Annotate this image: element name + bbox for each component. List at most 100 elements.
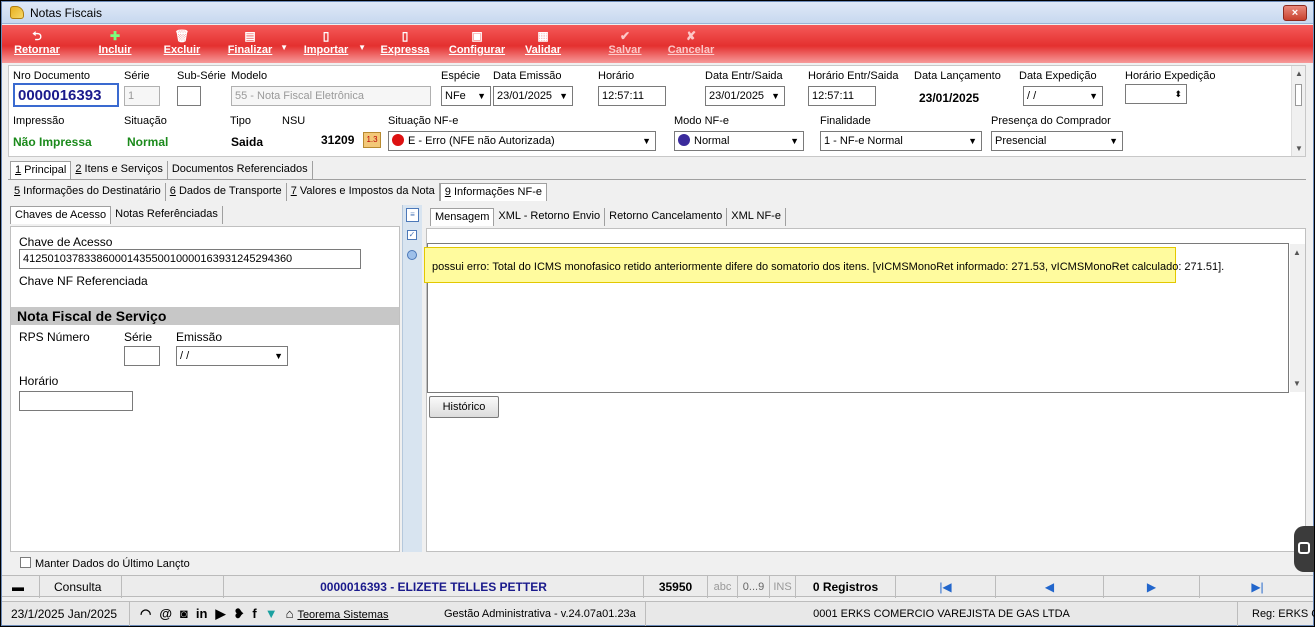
finalizar-button[interactable]: ▤ Finalizar ▼ — [222, 27, 288, 61]
tab-transporte[interactable]: 6 Dados de Transporte — [165, 183, 287, 201]
status-bar: ▬ Consulta 0000016393 - ELIZETE TELLES P… — [2, 575, 1315, 598]
data-entr-saida-input[interactable]: 23/01/2025 ▼ — [705, 86, 785, 106]
tab-xml-retorno-envio[interactable]: XML - Retorno Envio — [494, 208, 606, 226]
scroll-up-icon[interactable]: ▲ — [1295, 69, 1303, 78]
plus-icon: ✚ — [109, 29, 121, 43]
registros-status: 0 Registros — [796, 576, 896, 598]
salvar-button[interactable]: ✔ Salvar — [600, 27, 650, 61]
horario-entr-saida-label: Horário Entr/Saida — [808, 70, 899, 82]
manter-dados-checkbox[interactable]: Manter Dados do Último Lançto — [20, 557, 190, 570]
tab-chaves-acesso[interactable]: Chaves de Acesso — [10, 206, 112, 224]
checkbox-icon[interactable]: ✓ — [407, 230, 417, 240]
bottom-bar: 23/1/2025 Jan/2025 ◠ @ ◙ in ▶ ❥ f ▼ ⌂ Teorema Sis… — [2, 601, 1315, 626]
tab-retorno-cancelamento[interactable]: Retorno Cancelamento — [605, 208, 728, 226]
chevron-down-icon: ▼ — [274, 351, 283, 361]
chave-acesso-input[interactable]: 4125010378338600014355001000016393124529… — [19, 249, 361, 269]
nro-documento-input[interactable]: 0000016393 — [13, 83, 119, 107]
importar-button[interactable]: ▯ Importar ▼ — [296, 27, 366, 61]
instagram-icon[interactable]: ◙ — [180, 602, 188, 626]
linkedin-icon[interactable]: in — [196, 602, 208, 626]
scroll-up-icon[interactable]: ▲ — [1293, 248, 1301, 257]
tipo-value: Saida — [231, 135, 264, 149]
at-icon[interactable]: @ — [159, 602, 172, 626]
modo-nfe-select[interactable]: Normal ▼ — [674, 131, 804, 151]
rps-emissao-input[interactable]: / / ▼ — [176, 346, 288, 366]
data-expedicao-input[interactable]: / / ▼ — [1023, 86, 1103, 106]
situacao-label: Situação — [124, 115, 167, 127]
data-emissao-label: Data Emissão — [493, 70, 562, 82]
left-tabs: Chaves de Acesso Notas Referênciadas — [10, 206, 223, 224]
retornar-button[interactable]: ⮌ Retornar — [8, 27, 66, 61]
situacao-nfe-select[interactable]: E - Erro (NFE não Autorizada) ▼ — [388, 131, 656, 151]
rps-serie-input[interactable] — [124, 346, 160, 366]
teorema-link[interactable]: Teorema Sistemas — [297, 609, 388, 621]
social-links: ◠ @ ◙ in ▶ ❥ f ▼ ⌂ Teorema Sistemas — [130, 602, 444, 626]
tab-valores-impostos[interactable]: 7 Valores e Impostos da Nota — [286, 183, 440, 201]
data-emissao-input[interactable]: 23/01/2025 ▼ — [493, 86, 573, 106]
presenca-comprador-label: Presença do Comprador — [991, 115, 1111, 127]
dropdown-arrow-icon[interactable]: ▼ — [358, 43, 366, 52]
tab-itens-servicos[interactable]: 2 Itens e Serviços — [71, 161, 168, 179]
header-scrollbar[interactable]: ▲ ▼ — [1291, 66, 1305, 156]
title-bar: Notas Fiscais × — [2, 2, 1313, 24]
tab-xml-nfe[interactable]: XML NF-e — [727, 208, 786, 226]
expressa-button[interactable]: ▯ Expressa — [376, 27, 434, 61]
tab-destinatario[interactable]: 5 Informações do Destinatário — [10, 183, 166, 201]
tab-mensagem[interactable]: Mensagem — [430, 208, 495, 226]
presenca-comprador-select[interactable]: Presencial ▼ — [991, 131, 1123, 151]
spinner-icon[interactable]: ⬍ — [1174, 85, 1182, 103]
youtube-icon[interactable]: ▶ — [215, 602, 225, 626]
rps-horario-input[interactable] — [19, 391, 133, 411]
close-button[interactable]: × — [1283, 5, 1307, 21]
serie-label: Série — [124, 70, 150, 82]
last-record-icon[interactable]: ▶| — [1200, 576, 1315, 598]
situacao-nfe-label: Situação NF-e — [388, 115, 459, 127]
configurar-button[interactable]: ▣ Configurar — [444, 27, 510, 61]
tab-notas-referenciadas[interactable]: Notas Referênciadas — [111, 206, 223, 224]
data-lancamento-label: Data Lançamento — [914, 70, 1001, 82]
cancelar-button[interactable]: ✘ Cancelar — [664, 27, 718, 61]
radio-icon[interactable] — [407, 250, 417, 260]
toolbar: ⮌ Retornar ✚ Incluir 🗑 Excluir ▤ Finalizar ▼ … — [2, 25, 1313, 63]
mensagem-textarea[interactable]: possui erro: Total do ICMS monofasico re… — [424, 243, 1305, 393]
nsu-badge-icon[interactable]: 1.3 — [363, 132, 381, 148]
validar-button[interactable]: ▦ Validar — [518, 27, 568, 61]
checkbox-box[interactable] — [20, 557, 31, 568]
data-entr-saida-label: Data Entr/Saida — [705, 70, 783, 82]
document-icon[interactable]: ≡ — [406, 208, 419, 222]
side-handle[interactable] — [1294, 526, 1314, 572]
incluir-button[interactable]: ✚ Incluir — [90, 27, 140, 61]
next-record-icon[interactable]: ▶ — [1104, 576, 1200, 598]
excluir-button[interactable]: 🗑 Excluir — [157, 27, 207, 61]
twitter-icon[interactable]: ❥ — [233, 602, 244, 626]
scroll-down-icon[interactable]: ▼ — [1295, 144, 1303, 153]
reg-status: Reg: ERKS C — [1252, 608, 1315, 620]
tab-informacoes-nfe[interactable]: 9 Informações NF-e — [439, 183, 548, 201]
main-tabs: 1 Principal 2 Itens e Serviços Documento… — [10, 161, 313, 179]
modo-nfe-label: Modo NF-e — [674, 115, 730, 127]
modelo-select[interactable]: 55 - Nota Fiscal Eletrônica — [231, 86, 431, 106]
horario-entr-saida-input[interactable]: 12:57:11 — [808, 86, 876, 106]
facebook-icon[interactable]: f — [252, 602, 256, 626]
horario-expedicao-stepper[interactable]: ⬍ — [1125, 84, 1187, 104]
tab-documentos-referenciados[interactable]: Documentos Referenciados — [167, 161, 313, 179]
historico-button[interactable]: Histórico — [429, 396, 499, 418]
horario-input[interactable]: 12:57:11 — [598, 86, 666, 106]
finalidade-select[interactable]: 1 - NF-e Normal ▼ — [820, 131, 982, 151]
scroll-down-icon[interactable]: ▼ — [1293, 379, 1301, 388]
message-scrollbar[interactable]: ▲ ▼ — [1290, 244, 1305, 392]
graduation-cap-icon[interactable]: ⌂ — [286, 602, 294, 626]
first-record-icon[interactable]: |◀ — [896, 576, 996, 598]
sub-serie-input[interactable] — [177, 86, 201, 106]
dropdown-arrow-icon[interactable]: ▼ — [280, 43, 288, 52]
app-folder-icon — [10, 6, 24, 19]
prev-record-icon[interactable]: ◀ — [996, 576, 1104, 598]
especie-select[interactable]: NFe ▼ — [441, 86, 491, 106]
side-panel-icon — [1298, 542, 1310, 554]
headset-icon[interactable]: ◠ — [140, 602, 151, 626]
scroll-thumb[interactable] — [1295, 84, 1302, 106]
teorema-logo-icon[interactable]: ▼ — [265, 602, 278, 626]
serie-input[interactable]: 1 — [124, 86, 160, 106]
tab-principal[interactable]: 1 Principal — [10, 161, 72, 179]
chave-nf-referenciada-label: Chave NF Referenciada — [19, 274, 148, 288]
